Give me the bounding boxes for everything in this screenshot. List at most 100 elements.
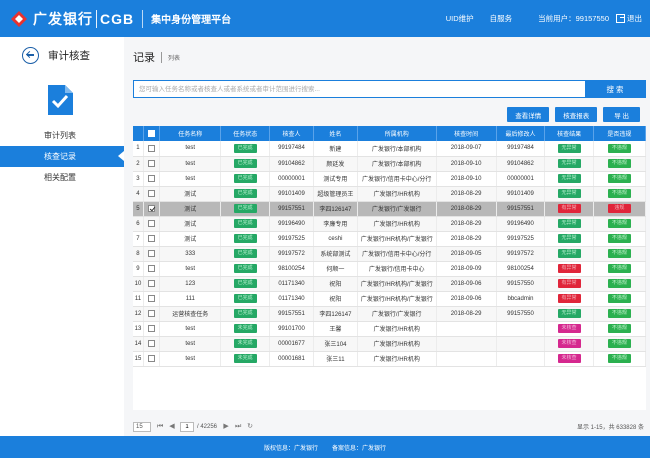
- table-row[interactable]: 7 测试 已完成 99197525 ceshi 广发银行/HR机构/广发银行 2018-08…: [133, 231, 646, 247]
- cell-violation: 不违规: [593, 351, 646, 367]
- sidebar-item-related-config[interactable]: 相关配置: [0, 167, 124, 188]
- table-row[interactable]: 2 test 已完成 99104862 颜廷发 广发银行/本部机构 2018-09-10 99…: [133, 156, 646, 172]
- cell-select[interactable]: [143, 276, 161, 292]
- table-row[interactable]: 15 test 未完成 00001681 张三11 广发银行/HR机构 未核查 不违规: [133, 351, 646, 367]
- cell-index: 10: [133, 276, 144, 292]
- table-row[interactable]: 6 测试 已完成 99196490 李廉专用 广发银行/HR机构 2018-08-29 991…: [133, 216, 646, 232]
- violation-badge: 不违规: [607, 309, 631, 318]
- table-row[interactable]: 1 test 已完成 99197484 新建 广发银行/本部机构 2018-09-07 991…: [133, 141, 646, 157]
- cell-select[interactable]: [143, 321, 161, 337]
- row-checkbox[interactable]: [148, 354, 155, 362]
- cell-select[interactable]: [143, 141, 161, 157]
- cell-check-time: [436, 336, 497, 352]
- table-row[interactable]: 3 test 已完成 00000001 测试专用 广发银行/信用卡中心/分行 2018-09…: [133, 171, 646, 187]
- status-badge: 已完成: [233, 279, 257, 288]
- row-checkbox[interactable]: [148, 159, 155, 167]
- header-name[interactable]: 姓名: [313, 126, 358, 141]
- table-row[interactable]: 8 333 已完成 99197572 系统部测试 广发银行/信用卡中心/分行 2018-09…: [133, 246, 646, 262]
- self-service-link[interactable]: 自服务: [490, 13, 513, 24]
- back-arrow-icon[interactable]: [22, 47, 39, 64]
- row-checkbox[interactable]: [148, 144, 155, 152]
- cell-check-result: 有异常: [544, 201, 594, 217]
- refresh-icon[interactable]: ↻: [247, 423, 253, 431]
- cell-check-result: 有异常: [544, 261, 594, 277]
- check-report-button[interactable]: 核查报表: [555, 107, 598, 122]
- cell-select[interactable]: [143, 156, 161, 172]
- header-task-status[interactable]: 任务状态: [220, 126, 270, 141]
- cell-select[interactable]: [143, 201, 161, 217]
- cell-select[interactable]: [143, 186, 161, 202]
- cell-select[interactable]: [143, 171, 161, 187]
- select-all-checkbox[interactable]: [148, 129, 155, 137]
- cell-name: 测试专用: [313, 171, 358, 187]
- row-checkbox[interactable]: [148, 234, 155, 242]
- cell-select[interactable]: [143, 291, 161, 307]
- row-checkbox[interactable]: [148, 174, 155, 182]
- table-row[interactable]: 11 111 已完成 01171340 祝阳 广发银行/HR机构/广发银行 2018-09-…: [133, 291, 646, 307]
- row-checkbox[interactable]: [148, 264, 155, 272]
- last-page-icon[interactable]: ⏭: [235, 423, 241, 431]
- cell-select[interactable]: [143, 246, 161, 262]
- header-select-all[interactable]: [143, 126, 161, 141]
- row-checkbox[interactable]: [148, 249, 155, 257]
- cell-select[interactable]: [143, 216, 161, 232]
- sidebar-item-audit-list[interactable]: 审计列表: [0, 125, 124, 146]
- cell-last-modifier: 99104862: [496, 156, 546, 172]
- header-org[interactable]: 所属机构: [357, 126, 437, 141]
- cell-check-time: 2018-08-29: [436, 186, 497, 202]
- uid-maintenance-link[interactable]: UID维护: [446, 13, 474, 24]
- table-row[interactable]: 12 运营核查任务 已完成 99157551 李四126147 广发银行/广发银行 2018…: [133, 306, 646, 322]
- row-checkbox[interactable]: [148, 204, 155, 212]
- row-checkbox[interactable]: [148, 339, 155, 347]
- cell-select[interactable]: [143, 261, 161, 277]
- cell-index: 13: [133, 321, 144, 337]
- table-row[interactable]: 14 test 未完成 00001677 张三104 广发银行/HR机构 未核查 不违规: [133, 336, 646, 352]
- cell-task-name: test: [159, 336, 222, 352]
- search-button[interactable]: 搜 索: [585, 81, 645, 97]
- cell-task-status: 已完成: [220, 216, 270, 232]
- header-task-name[interactable]: 任务名称: [159, 126, 222, 141]
- next-page-icon[interactable]: ▶: [223, 423, 229, 431]
- row-checkbox[interactable]: [148, 279, 155, 287]
- table-row[interactable]: 13 test 未完成 99101700 王馨 广发银行/HR机构 未核查 不违规: [133, 321, 646, 337]
- cell-name: 祝阳: [313, 291, 358, 307]
- page-number-input[interactable]: [180, 421, 194, 432]
- header-check-result[interactable]: 核查结果: [544, 126, 594, 141]
- row-checkbox[interactable]: [148, 294, 155, 302]
- page-title-divider: [161, 51, 162, 63]
- table-row[interactable]: 5 测试 已完成 99157551 李四126147 广发银行/广发银行 2018-08-2…: [133, 201, 646, 217]
- row-checkbox[interactable]: [148, 219, 155, 227]
- header-violation[interactable]: 是否违规: [593, 126, 646, 141]
- page-size-select[interactable]: 15: [133, 421, 151, 432]
- cell-violation: 违规: [593, 201, 646, 217]
- cell-last-modifier: [496, 336, 546, 352]
- row-checkbox[interactable]: [148, 324, 155, 332]
- export-button[interactable]: 导 出: [603, 107, 640, 122]
- table-row[interactable]: 9 test 已完成 98100254 何顺一 广发银行/信用卡中心 2018-09-09 9…: [133, 261, 646, 277]
- cell-select[interactable]: [143, 306, 161, 322]
- header-checker[interactable]: 核查人: [269, 126, 314, 141]
- prev-page-icon[interactable]: ◀: [169, 423, 175, 431]
- cell-name: 何顺一: [313, 261, 358, 277]
- status-badge: 已完成: [233, 264, 257, 273]
- cell-select[interactable]: [143, 351, 161, 367]
- header-last-modifier[interactable]: 最后修改人: [496, 126, 546, 141]
- violation-badge: 不违规: [607, 174, 631, 183]
- logout-button[interactable]: 退出: [616, 13, 642, 24]
- row-checkbox[interactable]: [148, 309, 155, 317]
- header-check-time[interactable]: 核查时间: [436, 126, 497, 141]
- cell-select[interactable]: [143, 231, 161, 247]
- view-detail-button[interactable]: 查看详情: [507, 107, 550, 122]
- cell-check-result: 无异常: [544, 141, 594, 157]
- first-page-icon[interactable]: ⏮: [157, 423, 163, 431]
- cell-check-time: 2018-09-10: [436, 171, 497, 187]
- table-row[interactable]: 4 测试 已完成 99101409 超级管理员王 广发银行/HR机构 2018-08-29 9…: [133, 186, 646, 202]
- cell-select[interactable]: [143, 336, 161, 352]
- table-row[interactable]: 10 123 已完成 01171340 祝阳 广发银行/HR机构/广发银行 2018-09-…: [133, 276, 646, 292]
- sidebar-item-check-records[interactable]: 核查记录: [0, 146, 124, 167]
- search-input[interactable]: [134, 81, 585, 97]
- cell-index: 4: [133, 186, 144, 202]
- row-checkbox[interactable]: [148, 189, 155, 197]
- cell-last-modifier: 00000001: [496, 171, 546, 187]
- cell-task-name: test: [159, 351, 222, 367]
